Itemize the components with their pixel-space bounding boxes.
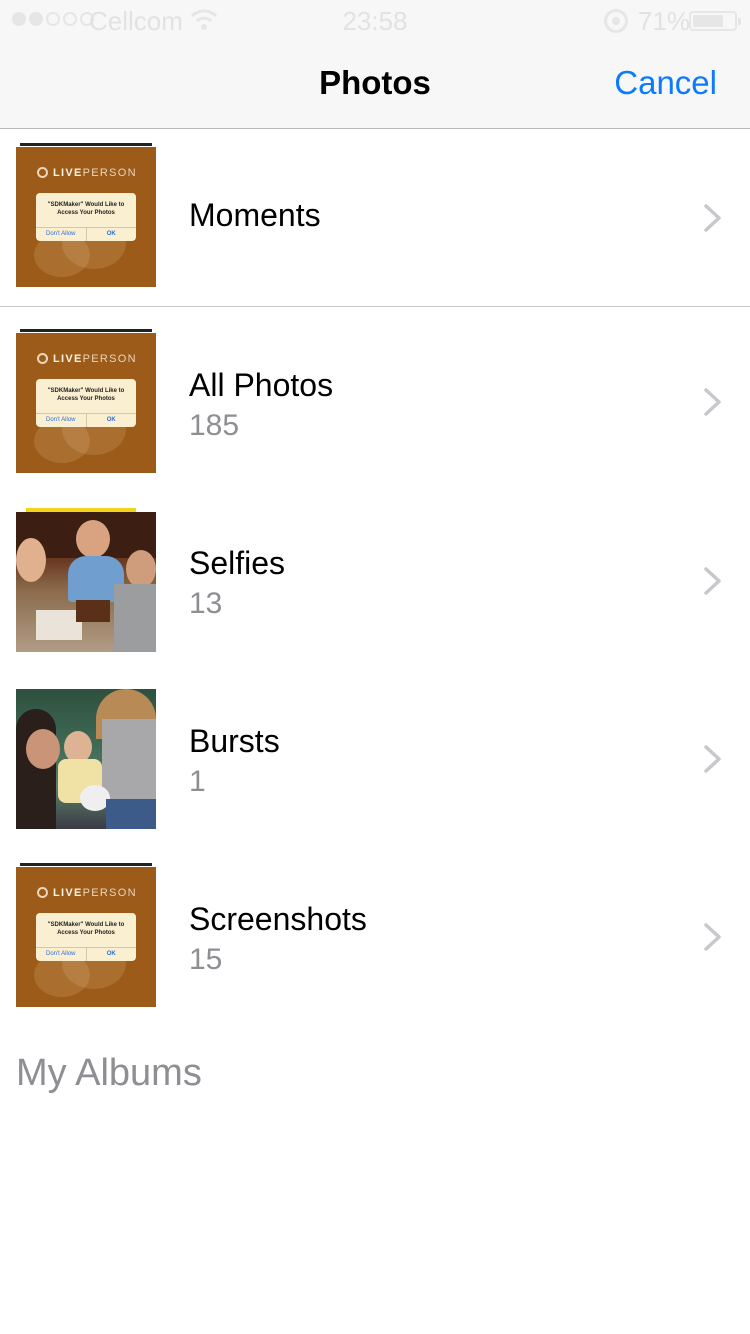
orientation-lock-icon — [604, 9, 628, 33]
chevron-right-icon — [704, 567, 721, 595]
chevron-right-icon — [704, 745, 721, 773]
thumbnail-brand-text: LIVEPERSON — [53, 167, 137, 179]
liveperson-logo-icon — [37, 167, 48, 178]
cancel-button[interactable]: Cancel — [614, 64, 717, 102]
album-count: 1 — [189, 765, 206, 798]
section-title-my-albums: My Albums — [16, 1052, 202, 1094]
album-row-bursts[interactable]: Bursts 1 — [0, 672, 750, 844]
album-row-screenshots[interactable]: LIVEPERSON "SDKMaker" Would Like to Acce… — [0, 850, 750, 1022]
album-row-moments[interactable]: LIVEPERSON "SDKMaker" Would Like to Acce… — [0, 130, 750, 306]
chevron-right-icon — [704, 388, 721, 416]
album-count: 13 — [189, 587, 223, 620]
album-thumbnail: LIVEPERSON "SDKMaker" Would Like to Acce… — [16, 863, 156, 1007]
album-row-all-photos[interactable]: LIVEPERSON "SDKMaker" Would Like to Acce… — [0, 316, 750, 488]
thumbnail-permission-dialog: "SDKMaker" Would Like to Access Your Pho… — [36, 193, 136, 241]
thumbnail-permission-dialog: "SDKMaker" Would Like to Access Your Pho… — [36, 379, 136, 427]
album-count: 185 — [189, 409, 240, 442]
album-title: Screenshots — [189, 901, 367, 937]
album-thumbnail: LIVEPERSON "SDKMaker" Would Like to Acce… — [16, 143, 156, 287]
status-bar: Cellcom 23:58 71% — [0, 0, 750, 40]
liveperson-logo-icon — [37, 353, 48, 364]
liveperson-logo-icon — [37, 887, 48, 898]
thumbnail-brand-text: LIVEPERSON — [53, 353, 137, 365]
battery-percentage: 71% — [638, 6, 691, 36]
album-title: Bursts — [189, 723, 280, 759]
battery-icon — [689, 11, 741, 31]
album-thumbnail — [16, 508, 156, 652]
album-row-selfies[interactable]: Selfies 13 — [0, 494, 750, 666]
section-divider — [0, 306, 750, 307]
thumbnail-permission-dialog: "SDKMaker" Would Like to Access Your Pho… — [36, 913, 136, 961]
album-thumbnail — [16, 689, 156, 829]
thumbnail-brand-text: LIVEPERSON — [53, 887, 137, 899]
chevron-right-icon — [704, 204, 721, 232]
album-title: Moments — [189, 197, 321, 233]
album-title: All Photos — [189, 367, 334, 403]
album-count: 15 — [189, 943, 223, 976]
album-thumbnail: LIVEPERSON "SDKMaker" Would Like to Acce… — [16, 329, 156, 473]
navigation-header: Cellcom 23:58 71% Photos Cancel — [0, 0, 750, 129]
album-title: Selfies — [189, 545, 286, 581]
chevron-right-icon — [704, 923, 721, 951]
